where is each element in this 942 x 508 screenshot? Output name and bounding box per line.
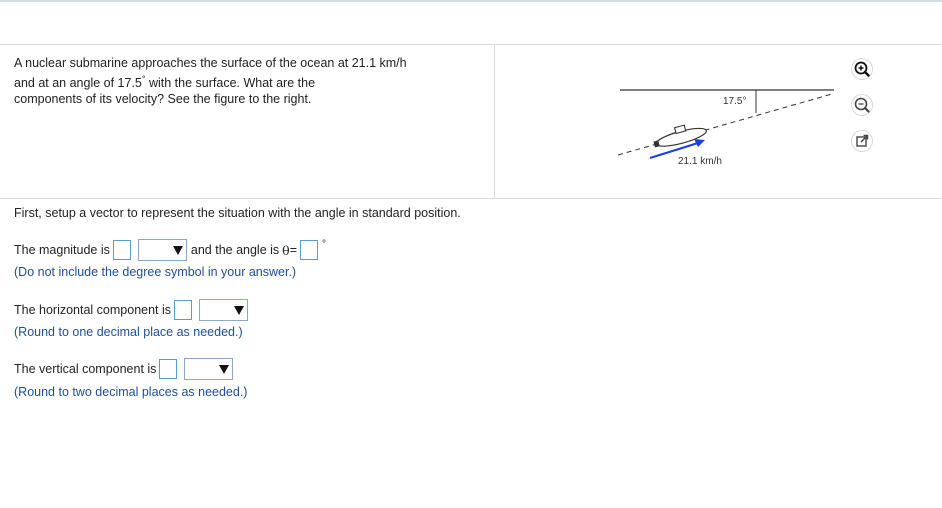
- vertical-unit-dropdown[interactable]: [184, 358, 234, 380]
- angle-label-text: and the angle is: [190, 243, 280, 257]
- angle-input[interactable]: [300, 240, 318, 260]
- question-line-3: components of its velocity? See the figu…: [14, 92, 312, 107]
- top-border: [0, 0, 942, 2]
- submarine-icon: [653, 124, 708, 148]
- question-line-2-end: with the surface. What are the: [145, 76, 316, 91]
- magnitude-input[interactable]: [112, 240, 131, 260]
- zoom-in-icon: [851, 58, 873, 80]
- horizontal-hint: (Round to one decimal place as needed.): [14, 325, 243, 339]
- divider-middle: [0, 198, 942, 199]
- chevron-down-icon: [219, 364, 230, 374]
- horizontal-unit-dropdown[interactable]: [199, 299, 249, 321]
- zoom-out-icon: [851, 94, 873, 116]
- popout-button[interactable]: [851, 130, 873, 152]
- equals-sign: =: [289, 243, 297, 257]
- chevron-down-icon: [172, 245, 183, 255]
- divider-vertical: [494, 45, 495, 198]
- divider-top: [0, 44, 942, 45]
- figure-tools: [851, 58, 875, 166]
- magnitude-row: The magnitude is and the angle is θ = °: [14, 239, 326, 261]
- vertical-input[interactable]: [159, 359, 178, 379]
- question-line-1: A nuclear submarine approaches the surfa…: [14, 56, 407, 70]
- magnitude-unit-dropdown[interactable]: [137, 239, 187, 261]
- zoom-out-button[interactable]: [851, 94, 873, 116]
- vertical-hint: (Round to two decimal places as needed.): [14, 385, 248, 399]
- horizontal-input[interactable]: [174, 300, 193, 320]
- magnitude-hint: (Do not include the degree symbol in you…: [14, 265, 297, 279]
- setup-instruction: First, setup a vector to represent the s…: [14, 206, 461, 220]
- submarine-figure: 17.5° 21.1 km/h: [617, 89, 834, 167]
- vertical-label: The vertical component is: [14, 362, 157, 376]
- question-line-2-start: and at an angle of 17.5: [14, 76, 142, 91]
- angle-label: 17.5°: [723, 96, 746, 107]
- magnitude-label: The magnitude is: [14, 243, 110, 257]
- speed-label: 21.1 km/h: [678, 156, 722, 167]
- zoom-in-button[interactable]: [851, 58, 873, 80]
- theta-symbol: θ: [282, 242, 290, 258]
- horizontal-label: The horizontal component is: [14, 303, 172, 317]
- question-line-2: and at an angle of 17.5° with the surfac…: [14, 74, 316, 91]
- vertical-row: The vertical component is: [14, 358, 234, 380]
- degree-symbol: °: [322, 238, 326, 250]
- horizontal-row: The horizontal component is: [14, 299, 249, 321]
- chevron-down-icon: [234, 305, 245, 315]
- popout-icon: [851, 130, 873, 152]
- question-text: A nuclear submarine approaches the surfa…: [14, 55, 484, 107]
